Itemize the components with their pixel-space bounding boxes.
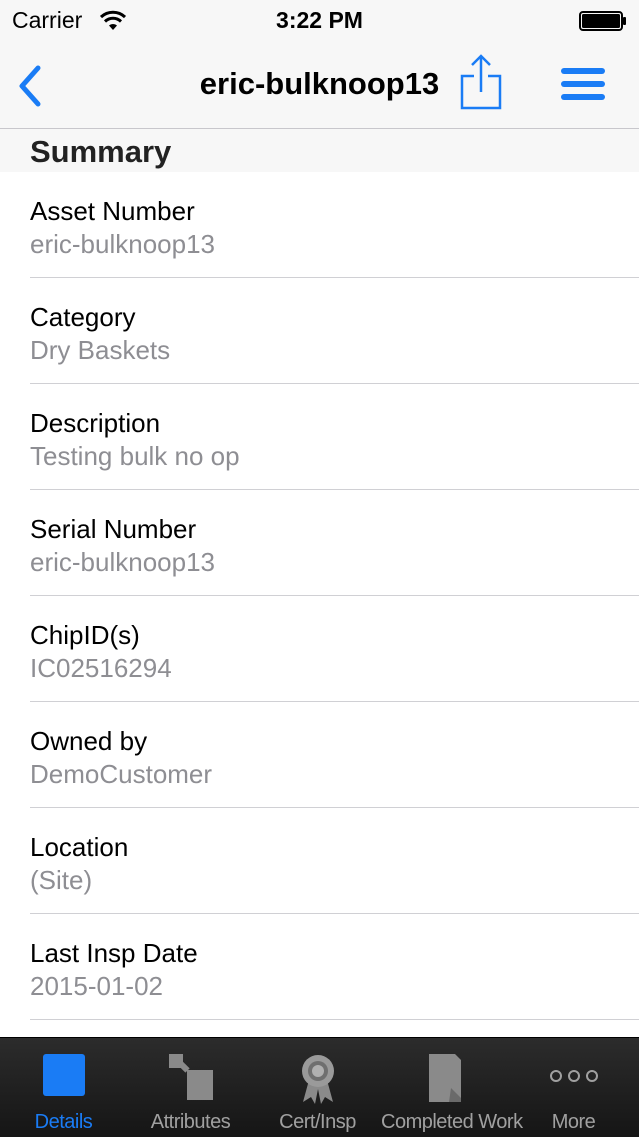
tab-label: More [551,1111,596,1133]
field-label: Location [30,832,129,862]
attributes-icon [168,1054,213,1100]
completed-work-icon [428,1054,461,1102]
status-bar: Carrier 3:22 PM [0,0,639,42]
menu-button[interactable] [556,62,610,106]
field-value: Dry Baskets [30,335,171,365]
tab-label: Attributes [150,1111,231,1133]
certificate-ribbon-icon [301,1055,334,1104]
field-value: (Site) [30,865,93,895]
tab-label: Cert/Insp [279,1111,356,1133]
field-label: ChipID(s) [30,620,140,650]
field-label: Last Insp Date [30,938,198,968]
page-title: eric-bulknoop13 [199,66,440,101]
field-value: IC02516294 [30,653,172,683]
field-label: Serial Number [30,514,197,544]
tab-bar: Details Attributes Cert/Insp Completed W… [0,1037,639,1137]
field-value: 2015-01-02 [30,971,163,1001]
tab-label: Details [34,1111,93,1133]
field-row-category: Category Dry Baskets [30,278,639,384]
field-row-serial-number: Serial Number eric-bulknoop13 [30,490,639,596]
hamburger-menu-icon [561,68,605,100]
tab-attributes[interactable]: Attributes [127,1038,254,1137]
field-value: Testing bulk no op [30,441,240,471]
tab-label: Completed Work [381,1111,523,1133]
tab-completed-work[interactable]: Completed Work [381,1038,523,1137]
field-label: Category [30,302,136,332]
field-row-description: Description Testing bulk no op [30,384,639,490]
section-title: Summary [30,134,172,169]
field-label: Asset Number [30,196,195,226]
more-dots-icon [549,1070,598,1082]
field-row-owned-by: Owned by DemoCustomer [30,702,639,808]
back-button[interactable] [12,62,52,110]
details-square-icon [42,1054,85,1096]
tab-more[interactable]: More [508,1038,639,1137]
field-row-location: Location (Site) [30,808,639,914]
tab-cert-insp[interactable]: Cert/Insp [254,1038,381,1137]
field-value: eric-bulknoop13 [30,547,216,577]
status-time: 3:22 PM [276,7,363,33]
tab-details[interactable]: Details [0,1038,127,1137]
field-row-chip-ids: ChipID(s) IC02516294 [30,596,639,702]
field-row-last-insp-date: Last Insp Date 2015-01-02 [30,914,639,1020]
field-value: eric-bulknoop13 [30,229,216,259]
field-row-asset-number: Asset Number eric-bulknoop13 [30,172,639,278]
field-label: Owned by [30,726,148,756]
details-list: Asset Number eric-bulknoop13 Category Dr… [0,172,639,1020]
share-icon [460,54,502,110]
battery-icon [579,11,626,31]
chevron-left-icon [19,65,41,107]
field-value: DemoCustomer [30,759,213,789]
section-header: Summary [0,129,639,172]
navigation-bar: eric-bulknoop13 [0,42,639,129]
share-button[interactable] [456,52,506,112]
field-label: Description [30,408,161,438]
